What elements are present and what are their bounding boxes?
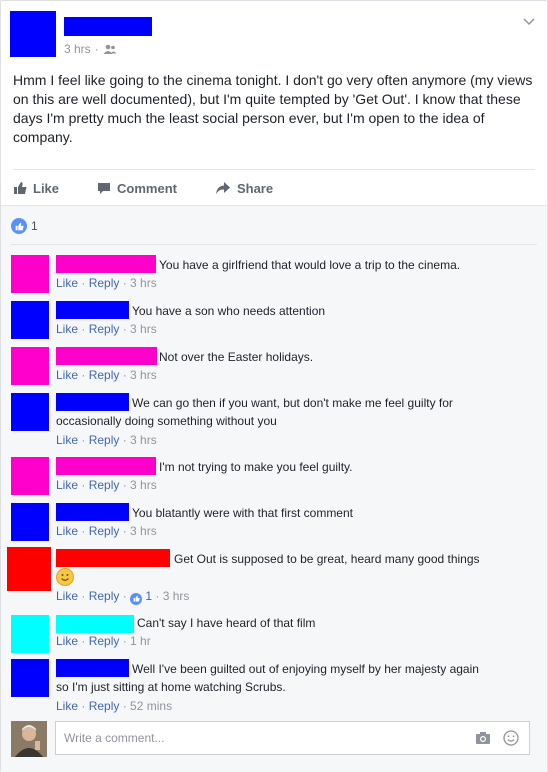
comment-like-link[interactable]: Like [56,699,78,713]
reaction-count: 1 [31,219,38,233]
share-icon [215,182,230,194]
comment-time[interactable]: 3 hrs [130,524,157,538]
thumbs-up-icon [14,182,27,194]
comment-reply-link[interactable]: Reply [89,524,120,538]
post-time[interactable]: 3 hrs [64,42,91,56]
comment-text-line-2: so I'm just sitting at home watching Scr… [56,680,286,694]
camera-icon[interactable] [475,731,491,745]
post-meta: 3 hrs · [64,42,117,56]
author-avatar[interactable] [10,11,56,57]
commenter-avatar[interactable] [11,393,49,431]
commenter-avatar[interactable] [11,615,49,653]
emoji-icon[interactable] [503,730,519,746]
chevron-down-icon[interactable] [523,15,535,27]
author-name-redacted[interactable] [64,17,152,36]
smiley-emoji-icon [56,568,74,586]
comment-like-link[interactable]: Like [56,524,78,538]
comment-actions: Like · Reply · 3 hrs [56,433,157,447]
comment-like-link[interactable]: Like [56,322,78,336]
comment-time[interactable]: 3 hrs [130,478,157,492]
comment-text: Get Out is supposed to be great, heard m… [174,552,480,566]
like-reaction-icon [11,218,27,234]
comment-actions: Like · Reply · 1 hr [56,634,151,648]
comment-reply-link[interactable]: Reply [89,433,120,447]
comment-actions: Like · Reply · 52 mins [56,699,173,713]
comment-composer [1,715,547,771]
commenter-avatar[interactable] [11,347,49,385]
comment-text: You blatantly were with that first comme… [132,506,353,520]
comment-text: Not over the Easter holidays. [159,350,314,364]
comment-reply-link[interactable]: Reply [89,699,120,713]
comment-like-link[interactable]: Like [56,276,78,290]
comment-actions: Like · Reply · 3 hrs [56,276,157,290]
comment-time[interactable]: 52 mins [130,699,172,713]
commenter-avatar[interactable] [11,255,49,293]
friends-icon[interactable] [103,44,117,55]
comment-time[interactable]: 3 hrs [130,276,157,290]
current-user-avatar[interactable] [11,721,47,757]
comment-time[interactable]: 3 hrs [130,433,157,447]
comment-actions: Like · Reply · 3 hrs [56,524,157,538]
reactions-summary[interactable]: 1 [11,218,38,234]
comment-time[interactable]: 3 hrs [130,322,157,336]
comment-time[interactable]: 3 hrs [130,368,157,382]
post-card: 3 hrs · Hmm I feel like going to the cin… [0,0,548,772]
comment-like-link[interactable]: Like [56,634,78,648]
like-button[interactable]: Like [13,181,59,196]
comment-like-link[interactable]: Like [56,368,78,382]
comment-actions: Like · Reply · 3 hrs [56,322,157,336]
commenter-avatar[interactable] [11,659,49,697]
comment-actions: Like · Reply · 3 hrs [56,478,157,492]
comment-text-line-1: Well I've been guilted out of enjoying m… [132,662,479,676]
comment-text-line-2: occasionally doing something without you [56,414,277,428]
comment-reply-link[interactable]: Reply [89,322,120,336]
commenter-avatar[interactable] [7,547,51,591]
comment-text-line-1: We can go then if you want, but don't ma… [132,396,453,410]
comment-actions: Like · Reply · 1 · 3 hrs [56,589,190,605]
commenter-avatar[interactable] [11,503,49,541]
comment-icon [98,183,111,194]
comment-reply-link[interactable]: Reply [89,478,120,492]
commenter-name-redacted[interactable] [56,301,129,319]
comment-like-link[interactable]: Like [56,589,78,603]
post-actions: Like Comment Share [13,169,535,206]
comment-text: You have a girlfriend that would love a … [159,258,461,272]
comment-reply-link[interactable]: Reply [89,276,120,290]
comment-like-link[interactable]: Like [56,478,78,492]
comment-actions: Like · Reply · 3 hrs [56,368,157,382]
divider [11,244,537,245]
comment-input-box[interactable] [55,721,530,755]
comment-like-link[interactable]: Like [56,433,78,447]
commenter-name-redacted[interactable] [56,659,129,677]
comment-text: You have a son who needs attention [132,304,326,318]
commenter-name-redacted[interactable] [56,503,129,521]
commenter-name-redacted[interactable] [56,347,157,365]
comment-button[interactable]: Comment [97,181,177,196]
comment-like-count[interactable]: 1 [145,589,152,603]
share-button[interactable]: Share [215,181,273,196]
commenter-avatar[interactable] [11,457,49,495]
comment-time[interactable]: 3 hrs [163,589,190,603]
post-text: Hmm I feel like going to the cinema toni… [13,72,533,145]
commenter-name-redacted[interactable] [56,457,156,475]
comment-text: I'm not trying to make you feel guilty. [159,460,353,474]
comment-reply-link[interactable]: Reply [89,589,120,603]
commenter-name-redacted[interactable] [56,615,134,633]
comment-input[interactable] [62,730,466,746]
commenter-avatar[interactable] [11,301,49,339]
like-reaction-icon[interactable] [130,592,143,605]
commenter-name-redacted[interactable] [56,393,129,411]
comment-text: Can't say I have heard of that film [137,616,316,630]
commenter-name-redacted[interactable] [56,549,170,567]
comment-reply-link[interactable]: Reply [89,634,120,648]
comment-time[interactable]: 1 hr [130,634,151,648]
commenter-name-redacted[interactable] [56,255,156,273]
comment-reply-link[interactable]: Reply [89,368,120,382]
